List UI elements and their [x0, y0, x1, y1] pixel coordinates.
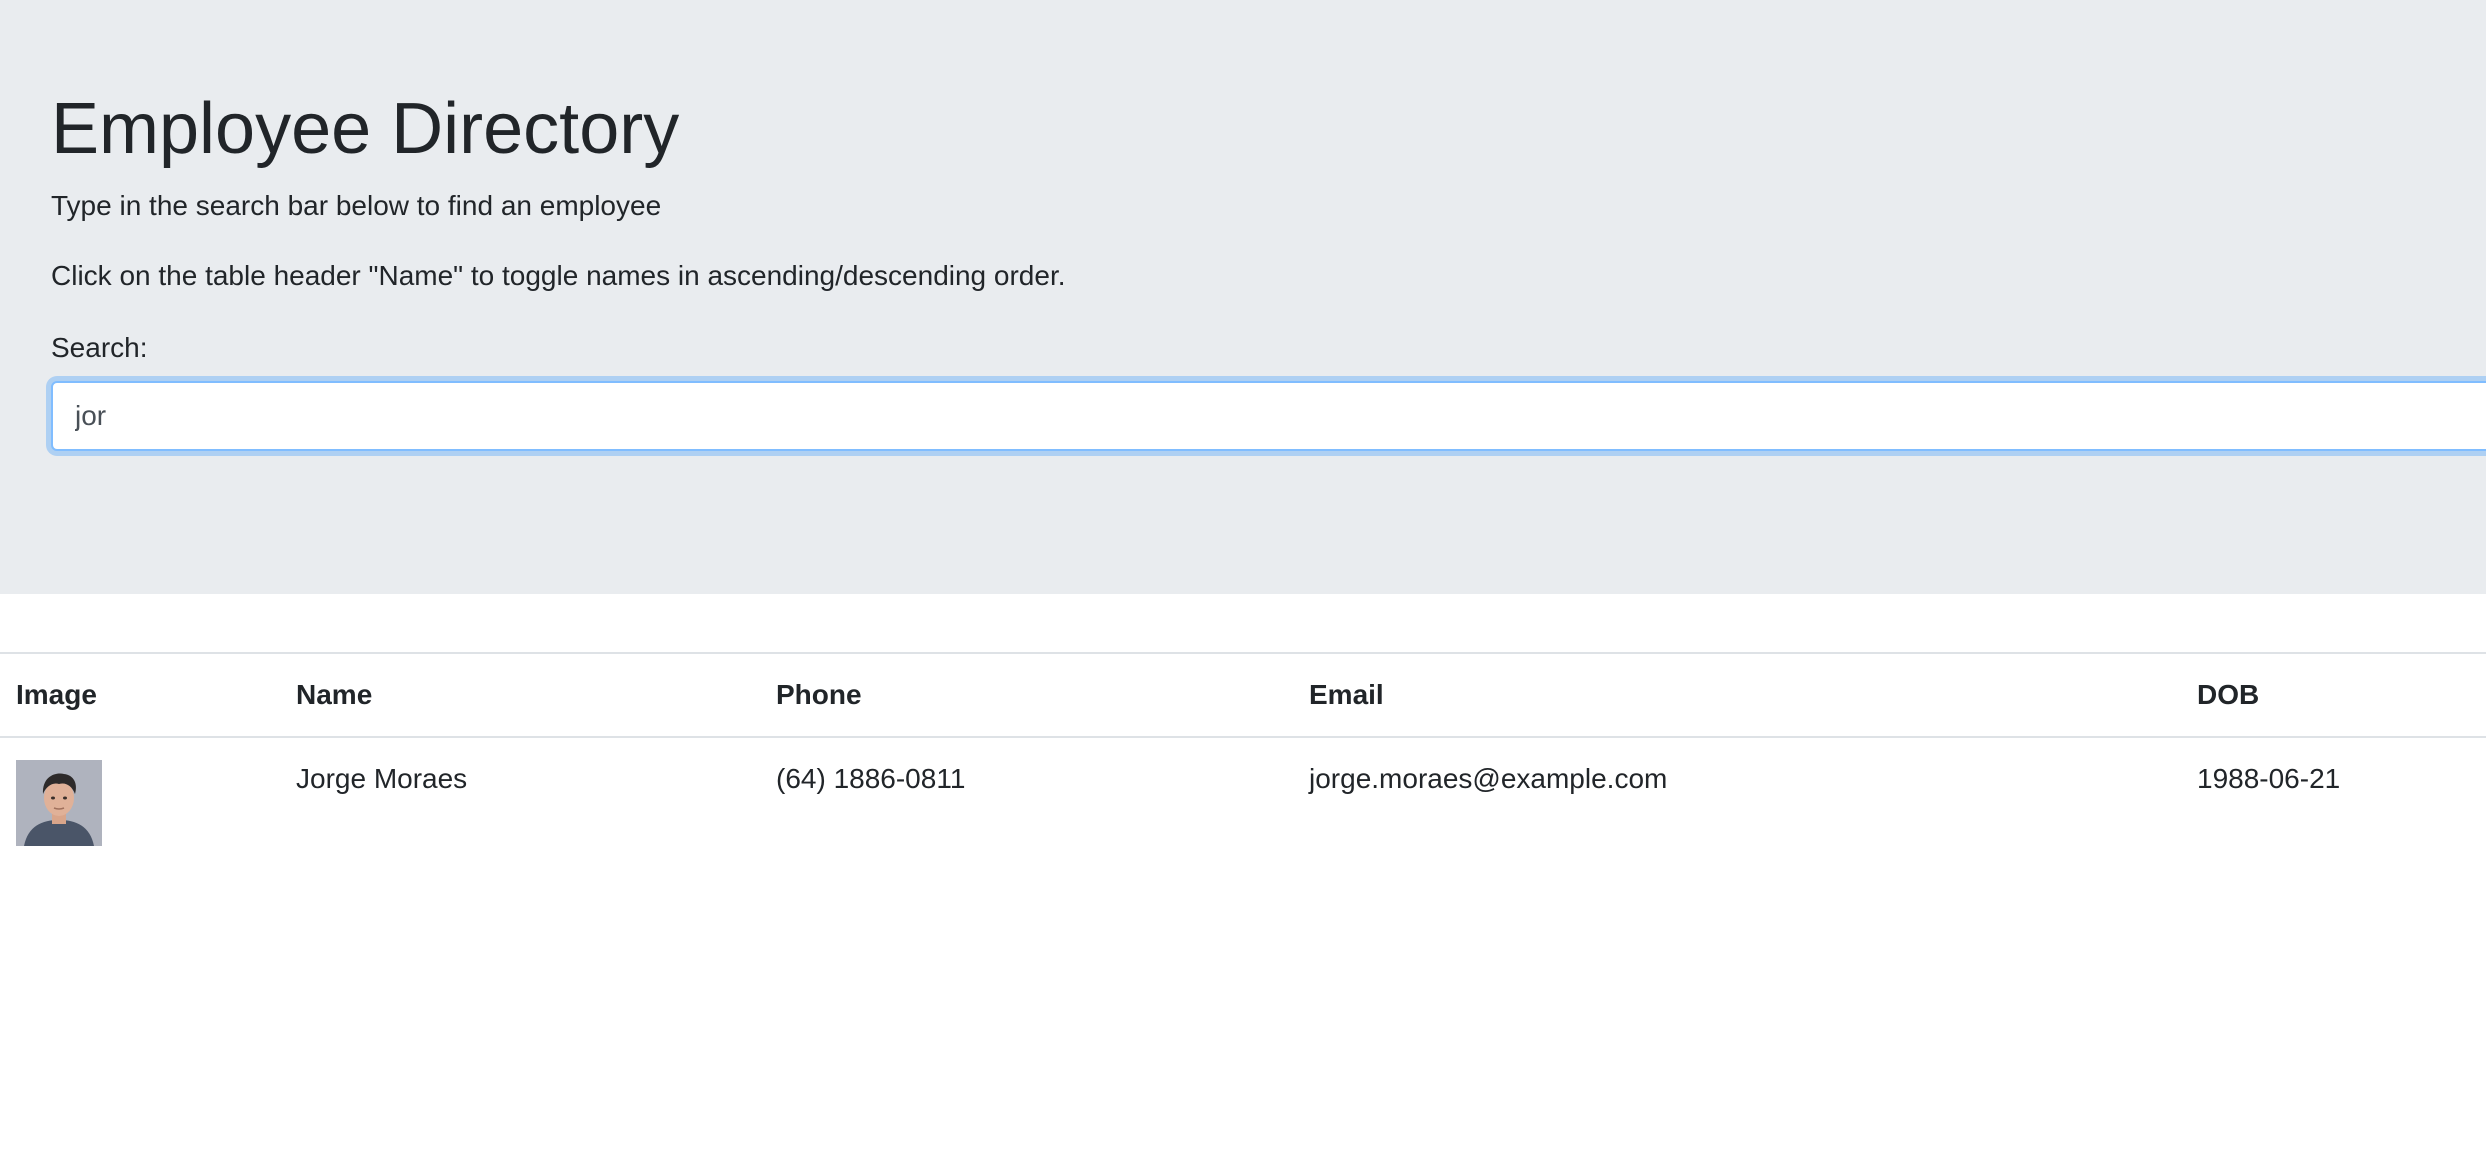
sort-instruction: Click on the table header "Name" to togg…: [51, 260, 1066, 291]
column-header-dob: DOB: [2181, 652, 2486, 738]
avatar: [16, 760, 102, 846]
employee-photo: [16, 760, 102, 846]
employee-dob: 1988-06-21: [2197, 763, 2341, 794]
search-instruction: Type in the search bar below to find an …: [51, 190, 662, 221]
employee-table-container: Image Name Phone Email DOB Jorge Moraes …: [0, 652, 2486, 846]
column-header-image: Image: [0, 652, 280, 738]
page-title: Employee Directory: [51, 89, 680, 169]
header-jumbotron: Employee Directory Type in the search ba…: [0, 0, 2486, 594]
search-label: Search:: [51, 332, 148, 363]
employee-email: jorge.moraes@example.com: [1309, 763, 1668, 794]
employee-name: Jorge Moraes: [296, 763, 468, 794]
employee-phone: (64) 1886-0811: [776, 763, 966, 794]
table-header-row: Image Name Phone Email DOB: [0, 652, 2486, 738]
employee-table: Image Name Phone Email DOB Jorge Moraes …: [0, 652, 2486, 846]
column-header-email: Email: [1293, 652, 2181, 738]
column-header-name[interactable]: Name: [280, 652, 760, 738]
image-cell: [0, 737, 280, 846]
column-header-phone: Phone: [760, 652, 1293, 738]
search-input[interactable]: [51, 381, 2486, 451]
table-row: Jorge Moraes (64) 1886-0811 jorge.moraes…: [0, 737, 2486, 846]
